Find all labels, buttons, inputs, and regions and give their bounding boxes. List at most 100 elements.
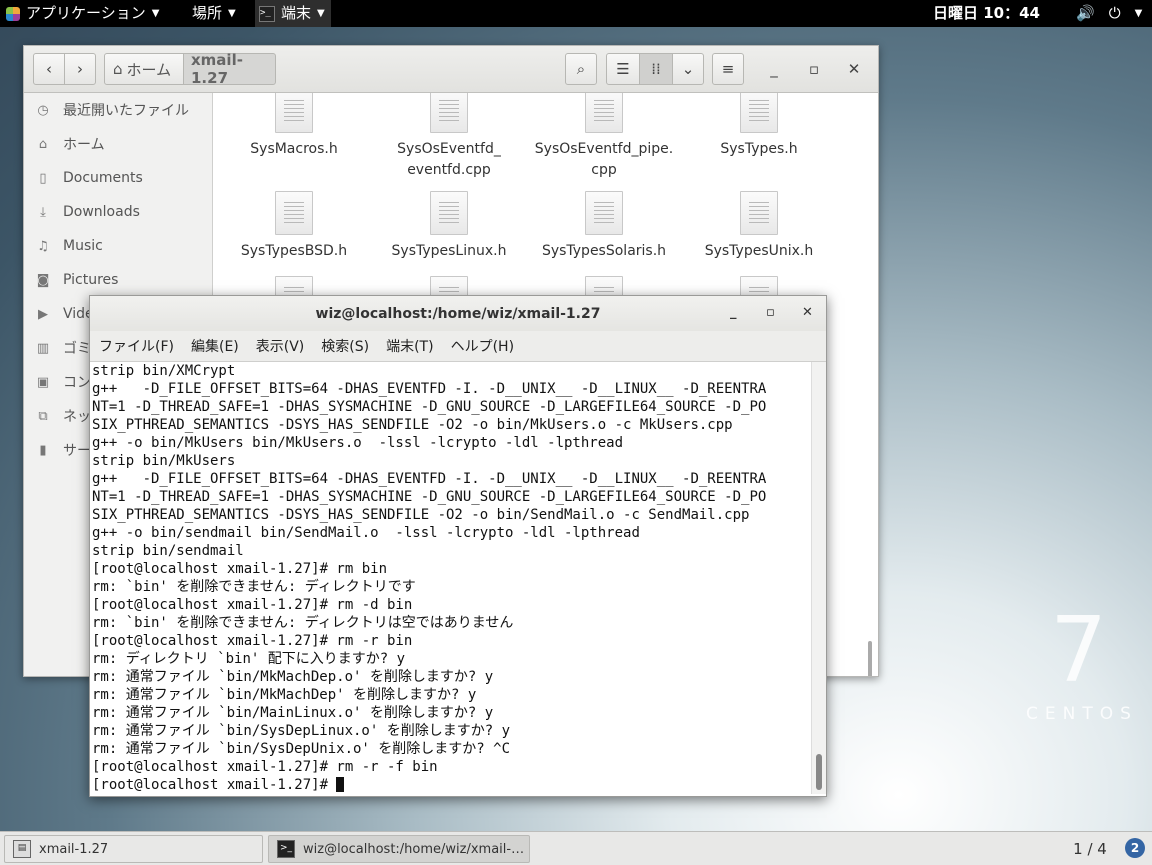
chevron-right-icon: › xyxy=(77,60,83,78)
top-panel: アプリケーション ▼ 場所 ▼ >_ 端末 ▼ 日曜日 10：44 🔊 ⏻ ▼ xyxy=(0,0,1152,27)
places-menu[interactable]: 場所 ▼ xyxy=(192,0,236,27)
places-label: 場所 xyxy=(192,4,223,22)
clock[interactable]: 日曜日 10：44 xyxy=(933,0,1040,27)
trash-icon: ▥ xyxy=(36,340,50,356)
breadcrumb-home[interactable]: ⌂ ホーム xyxy=(104,53,184,85)
computer-icon: ▣ xyxy=(36,374,50,390)
file-name: SysOsEventfd_pipe. cpp xyxy=(534,141,674,178)
menu-file[interactable]: ファイル(F) xyxy=(99,336,174,356)
chevron-down-icon: ▼ xyxy=(1134,8,1143,19)
terminal-line: SIX_PTHREAD_SEMANTICS -DSYS_HAS_SENDFILE… xyxy=(92,417,733,433)
terminal-line: strip bin/XMCrypt xyxy=(92,363,236,379)
taskbar-item-label: xmail-1.27 xyxy=(39,841,109,857)
terminal-titlebar[interactable]: wiz@localhost:/home/wiz/xmail-1.27 _ ▫ ✕ xyxy=(90,296,826,331)
menu-edit[interactable]: 編集(E) xyxy=(191,336,239,356)
text-cursor xyxy=(336,777,345,792)
taskbar-item-label: wiz@localhost:/home/wiz/xmail-… xyxy=(303,841,525,857)
server-icon: ▮ xyxy=(39,442,47,458)
status-menu[interactable]: 🔊 ⏻ ▼ xyxy=(1076,0,1142,27)
menu-search[interactable]: 検索(S) xyxy=(321,336,369,356)
chevron-down-icon: ▼ xyxy=(317,8,325,19)
workspace-indicator[interactable]: 1 / 4 xyxy=(1060,835,1120,863)
terminal-app-menu[interactable]: >_ 端末 ▼ xyxy=(255,0,331,27)
forward-button[interactable]: › xyxy=(64,53,96,85)
clock-icon: ◷ xyxy=(37,102,49,118)
minimize-button[interactable]: _ xyxy=(759,53,789,85)
notification-badge[interactable]: 2 xyxy=(1125,838,1145,858)
terminal-line: [root@localhost xmail-1.27]# rm -r bin xyxy=(92,633,413,649)
terminal-title: wiz@localhost:/home/wiz/xmail-1.27 xyxy=(315,305,601,322)
close-button[interactable]: ✕ xyxy=(839,53,869,85)
maximize-icon: ▫ xyxy=(808,60,820,78)
file-item[interactable]: SysOsEventfd_ eventfd.cpp xyxy=(374,93,524,181)
list-view-button[interactable]: ☰ xyxy=(606,53,640,85)
terminal-output[interactable]: strip bin/XMCrypt g++ -D_FILE_OFFSET_BITS… xyxy=(90,362,812,794)
search-button[interactable]: ⌕ xyxy=(565,53,597,85)
grid-view-button[interactable]: ⁞⁞ xyxy=(639,53,673,85)
scrollbar[interactable] xyxy=(811,362,826,794)
text-file-icon xyxy=(585,191,623,235)
applications-menu[interactable]: アプリケーション ▼ xyxy=(6,0,159,27)
view-options-button[interactable]: ⌄ xyxy=(672,53,704,85)
chevron-down-icon: ▼ xyxy=(151,8,160,19)
terminal-line: [root@localhost xmail-1.27]# rm -r -f bi… xyxy=(92,759,438,775)
terminal-icon: >_ xyxy=(277,840,295,858)
menu-button[interactable]: ≡ xyxy=(712,53,744,85)
centos-logo-icon xyxy=(6,6,20,21)
minimize-icon: _ xyxy=(770,60,778,78)
file-name: SysTypesSolaris.h xyxy=(541,243,667,259)
terminal-line: SIX_PTHREAD_SEMANTICS -DSYS_HAS_SENDFILE… xyxy=(92,507,750,523)
file-item[interactable]: SysTypes.h xyxy=(684,93,834,160)
volume-icon: 🔊 xyxy=(1076,4,1095,22)
file-name: SysTypesLinux.h xyxy=(391,243,507,259)
sidebar-item[interactable]: ▯ Documents xyxy=(24,161,212,195)
file-item[interactable]: SysTypesBSD.h xyxy=(219,191,369,262)
file-item[interactable]: SysTypesSolaris.h xyxy=(529,191,679,262)
file-cabinet-icon: ▤ xyxy=(13,840,31,858)
terminal-line: rm: 通常ファイル `bin/SysDepUnix.o' を削除しますか? ^… xyxy=(92,741,511,757)
terminal-line: g++ -D_FILE_OFFSET_BITS=64 -DHAS_EVENTFD… xyxy=(92,471,767,487)
file-item[interactable]: SysMacros.h xyxy=(219,93,369,160)
sidebar-item-label: Pictures xyxy=(63,272,119,288)
network-icon: ⧉ xyxy=(38,408,48,424)
file-name: SysTypesUnix.h xyxy=(704,243,814,259)
sidebar-item-label: 最近開いたファイル xyxy=(63,103,189,119)
text-file-icon xyxy=(430,191,468,235)
sidebar-item-label: ホーム xyxy=(63,137,105,153)
terminal-line: rm: `bin' を削除できません: ディレクトリは空ではありません xyxy=(92,615,514,631)
scrollbar[interactable] xyxy=(868,641,872,676)
menu-help[interactable]: ヘルプ(H) xyxy=(451,336,514,356)
camera-icon: ◙ xyxy=(36,272,50,288)
terminal-line: rm: 通常ファイル `bin/SysDepLinux.o' を削除しますか? … xyxy=(92,723,511,739)
search-icon: ⌕ xyxy=(576,60,586,78)
terminal-line: g++ -D_FILE_OFFSET_BITS=64 -DHAS_EVENTFD… xyxy=(92,381,767,397)
sidebar-item-label: コン xyxy=(63,375,91,391)
maximize-button[interactable]: ▫ xyxy=(766,305,775,320)
maximize-button[interactable]: ▫ xyxy=(799,53,829,85)
minimize-button[interactable]: _ xyxy=(730,305,737,320)
terminal-line: g++ -o bin/MkUsers bin/MkUsers.o -lssl -… xyxy=(92,435,624,451)
scrollbar-thumb[interactable] xyxy=(816,754,822,790)
file-item[interactable]: SysTypesLinux.h xyxy=(374,191,524,262)
back-button[interactable]: ‹ xyxy=(33,53,65,85)
text-file-icon xyxy=(740,93,778,133)
sidebar-item[interactable]: ◷ 最近開いたファイル xyxy=(24,93,212,127)
sidebar-item-label: サー xyxy=(63,443,91,459)
menu-view[interactable]: 表示(V) xyxy=(256,336,305,356)
file-manager-headerbar: ‹ › ⌂ ホーム xmail-1.27 ⌕ ☰ ⁞⁞ ⌄ ≡ _ ▫ ✕ xyxy=(24,46,878,93)
sidebar-item[interactable]: ⤓ Downloads xyxy=(24,195,212,229)
file-item[interactable]: SysOsEventfd_pipe. cpp xyxy=(529,93,679,181)
terminal-line: [root@localhost xmail-1.27]# rm bin xyxy=(92,561,388,577)
close-button[interactable]: ✕ xyxy=(802,305,813,320)
breadcrumb-current[interactable]: xmail-1.27 xyxy=(183,51,276,87)
sidebar-item[interactable]: ◙ Pictures xyxy=(24,263,212,297)
sidebar-item[interactable]: ♫ Music xyxy=(24,229,212,263)
sidebar-item[interactable]: ⌂ ホーム xyxy=(24,127,212,161)
grid-view-icon: ⁞⁞ xyxy=(651,60,661,78)
file-item[interactable]: SysTypesUnix.h xyxy=(684,191,834,262)
taskbar-item-terminal[interactable]: >_ wiz@localhost:/home/wiz/xmail-… xyxy=(268,835,530,863)
menu-terminal[interactable]: 端末(T) xyxy=(386,336,433,356)
file-name: SysTypes.h xyxy=(720,141,798,157)
terminal-app-label: 端末 xyxy=(281,4,312,22)
taskbar-item-files[interactable]: ▤ xmail-1.27 xyxy=(4,835,263,863)
